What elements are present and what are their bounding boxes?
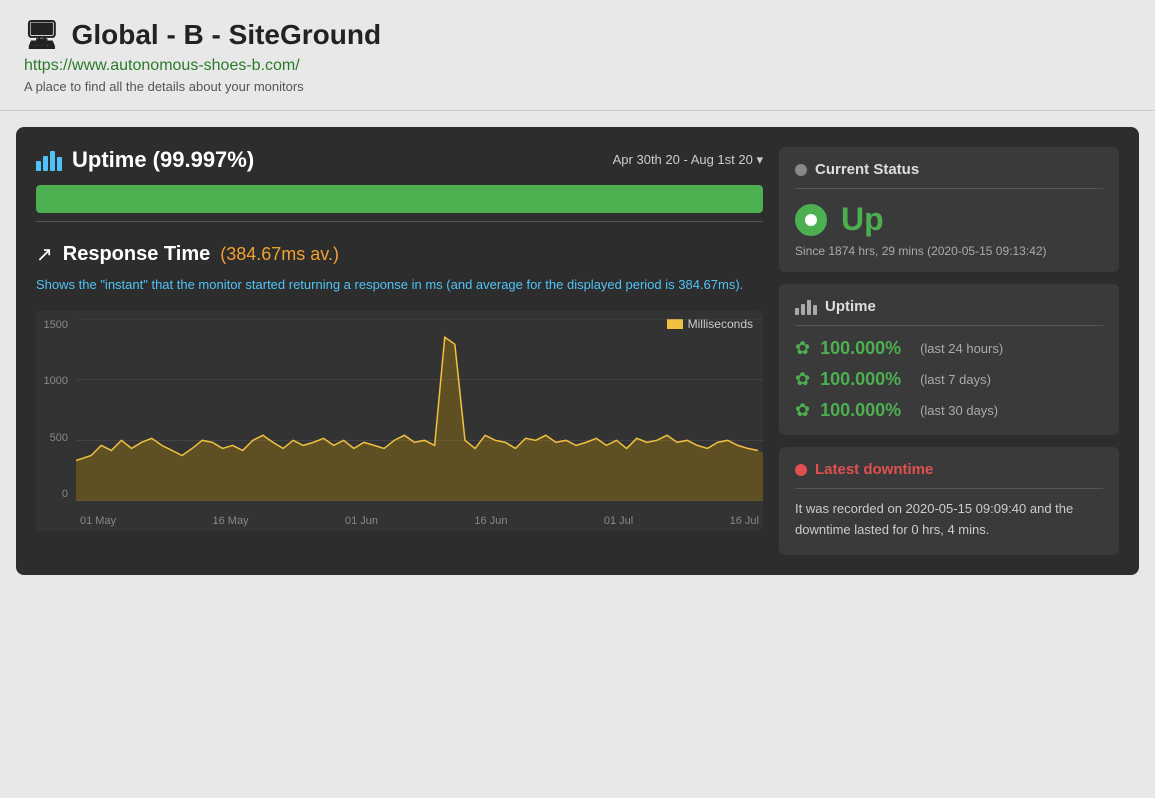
status-circle-large: [795, 204, 827, 236]
x-label-16jun: 16 Jun: [474, 515, 507, 527]
response-time-header: ↗ Response Time (384.67ms av.): [36, 242, 763, 267]
y-label-1000: 1000: [36, 375, 68, 387]
uptime-section-header: Uptime (99.997%) Apr 30th 20 - Aug 1st 2…: [36, 147, 763, 173]
uptime-pct-3: 100.000%: [820, 400, 910, 421]
x-label-01may: 01 May: [80, 515, 116, 527]
y-label-1500: 1500: [36, 319, 68, 331]
uptime-bar-fill: [36, 185, 763, 213]
uptime-label: Uptime (99.997%): [72, 147, 254, 173]
chart-inner: [76, 319, 763, 501]
left-panel: Uptime (99.997%) Apr 30th 20 - Aug 1st 2…: [36, 147, 763, 555]
response-time-icon: ↗: [36, 242, 53, 267]
uptime-stat-row-2: ✿ 100.000% (last 7 days): [795, 369, 1103, 390]
latest-downtime-card: Latest downtime It was recorded on 2020-…: [779, 447, 1119, 555]
uptime-stat-row-3: ✿ 100.000% (last 30 days): [795, 400, 1103, 421]
status-up-text: Up: [841, 201, 884, 238]
right-panel: Current Status Up Since 1874 hrs, 29 min…: [779, 147, 1119, 555]
dashboard: Uptime (99.997%) Apr 30th 20 - Aug 1st 2…: [16, 127, 1139, 575]
status-since-text: Since 1874 hrs, 29 mins (2020-05-15 09:1…: [795, 244, 1103, 258]
date-range-selector[interactable]: Apr 30th 20 - Aug 1st 20: [613, 152, 763, 168]
status-header-dot: [795, 164, 807, 176]
current-status-header: Current Status: [795, 161, 1103, 189]
x-label-16may: 16 May: [212, 515, 248, 527]
site-url-link[interactable]: https://www.autonomous-shoes-b.com/: [24, 57, 1131, 75]
response-time-description: Shows the "instant" that the monitor sta…: [36, 275, 763, 295]
uptime-card: Uptime ✿ 100.000% (last 24 hours) ✿ 100.…: [779, 284, 1119, 435]
uptime-right-header: Uptime: [795, 298, 1103, 326]
uptime-pct-2: 100.000%: [820, 369, 910, 390]
y-label-500: 500: [36, 432, 68, 444]
uptime-bar-icon: [795, 299, 817, 315]
status-circle-inner: [805, 214, 817, 226]
header-subtitle: A place to find all the details about yo…: [24, 79, 1131, 94]
uptime-period-1: (last 24 hours): [920, 341, 1003, 356]
uptime-star-3: ✿: [795, 400, 810, 421]
page-title: 🖥 Global - B - SiteGround: [24, 18, 1131, 51]
divider: [36, 221, 763, 222]
downtime-dot: [795, 464, 807, 476]
uptime-period-2: (last 7 days): [920, 372, 991, 387]
uptime-star-2: ✿: [795, 369, 810, 390]
monitor-icon: 🖥: [24, 18, 60, 51]
uptime-title: Uptime (99.997%): [36, 147, 254, 173]
chart-y-axis: 1500 1000 500 0: [36, 319, 72, 501]
downtime-label: Latest downtime: [815, 461, 933, 478]
page-title-text: Global - B - SiteGround: [72, 19, 382, 51]
response-time-chart: Milliseconds 1500 1000 500 0: [36, 311, 763, 531]
uptime-stat-row-1: ✿ 100.000% (last 24 hours): [795, 338, 1103, 359]
x-label-01jun: 01 Jun: [345, 515, 378, 527]
uptime-right-label: Uptime: [825, 298, 876, 315]
uptime-period-3: (last 30 days): [920, 403, 998, 418]
x-label-16jul: 16 Jul: [730, 515, 759, 527]
response-time-avg: (384.67ms av.): [220, 244, 339, 265]
current-status-label: Current Status: [815, 161, 919, 178]
chart-svg: [76, 319, 763, 501]
y-label-0: 0: [36, 488, 68, 500]
response-time-title: Response Time: [63, 243, 210, 266]
bar-chart-icon: [36, 149, 62, 171]
downtime-text: It was recorded on 2020-05-15 09:09:40 a…: [795, 499, 1103, 541]
uptime-bar: [36, 185, 763, 213]
current-status-card: Current Status Up Since 1874 hrs, 29 min…: [779, 147, 1119, 272]
uptime-star-1: ✿: [795, 338, 810, 359]
status-up-row: Up: [795, 201, 1103, 238]
uptime-pct-1: 100.000%: [820, 338, 910, 359]
page-header: 🖥 Global - B - SiteGround https://www.au…: [0, 0, 1155, 111]
x-label-01jul: 01 Jul: [604, 515, 633, 527]
downtime-header: Latest downtime: [795, 461, 1103, 489]
chart-x-axis: 01 May 16 May 01 Jun 16 Jun 01 Jul 16 Ju…: [76, 515, 763, 527]
